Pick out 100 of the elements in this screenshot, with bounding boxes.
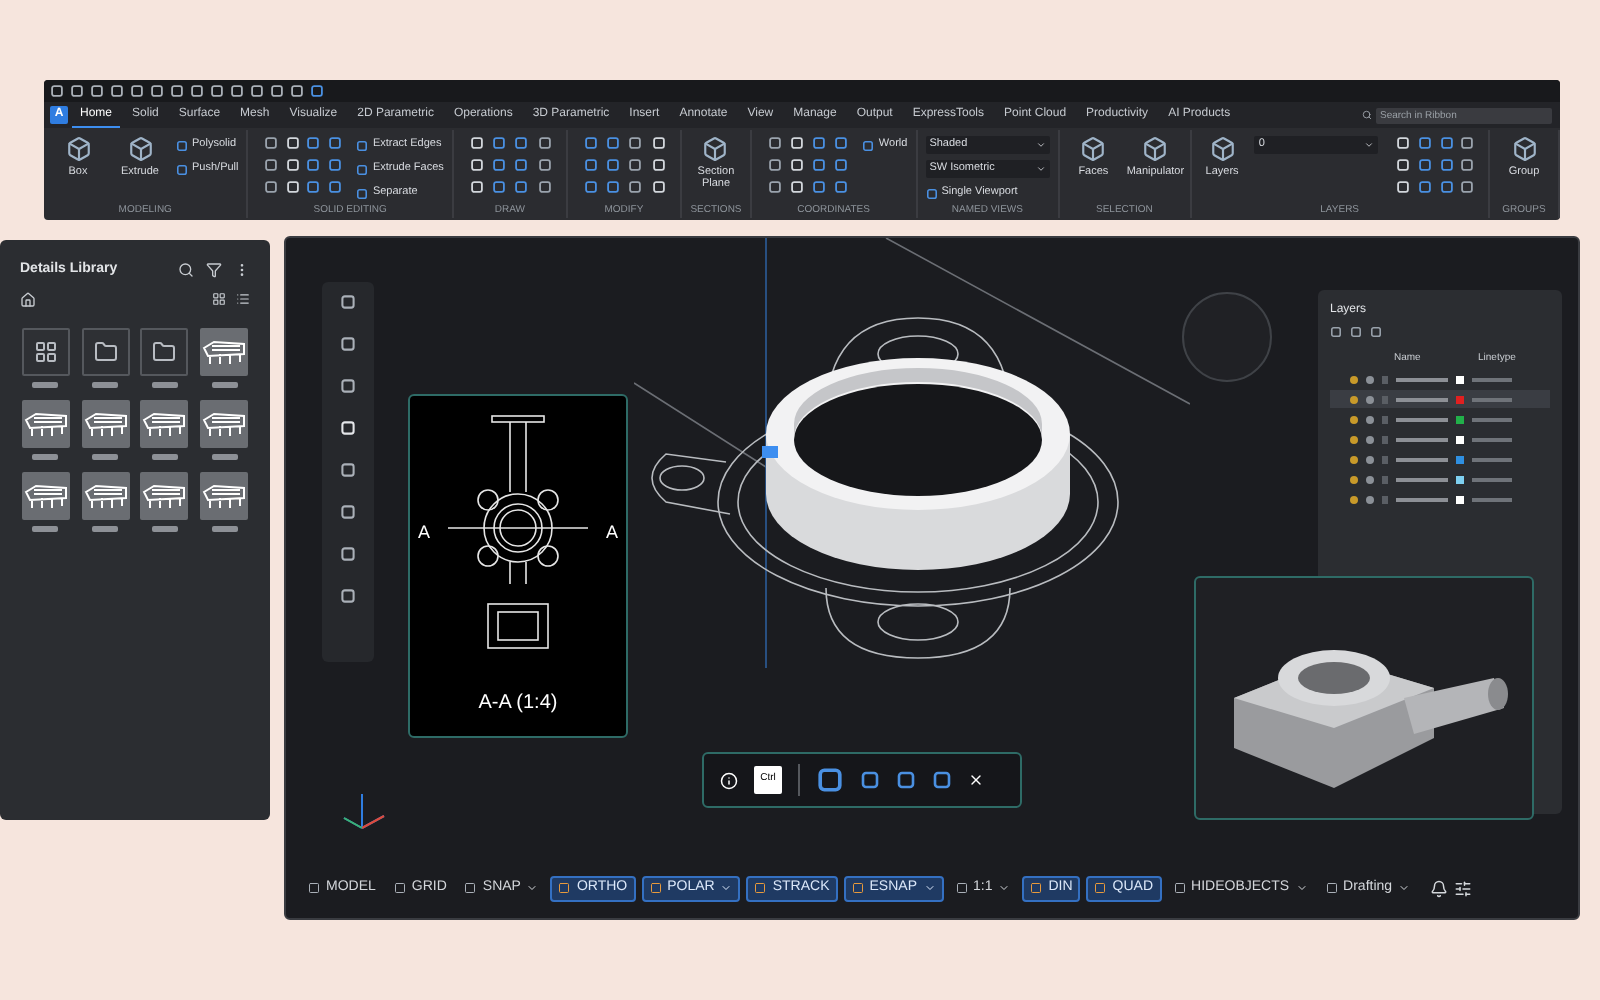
- library-tile[interactable]: [200, 471, 249, 519]
- caret-icon[interactable]: [923, 882, 935, 894]
- section-mark: A: [605, 520, 618, 546]
- search-icon[interactable]: [178, 262, 194, 279]
- caption-bar: [92, 453, 119, 459]
- folder-icon: [152, 339, 177, 363]
- library-tile[interactable]: [140, 399, 189, 447]
- mode-icon: [1325, 882, 1338, 894]
- mode-icon: [464, 882, 477, 894]
- caret-icon: [1364, 140, 1375, 150]
- library-tile[interactable]: [200, 327, 249, 375]
- linetype-bar: [1472, 477, 1512, 481]
- caption-bar: [151, 453, 178, 459]
- notification-icon[interactable]: [1430, 879, 1449, 897]
- search-icon: [1362, 110, 1372, 120]
- cube-icon: [127, 136, 153, 162]
- library-tile[interactable]: [21, 327, 70, 375]
- preview-card[interactable]: [1194, 576, 1534, 820]
- caption-bar: [92, 381, 119, 387]
- mode-icon: [955, 882, 967, 894]
- library-tile[interactable]: [81, 471, 130, 519]
- cube-icon: [1209, 136, 1236, 162]
- detail-drawing: [202, 481, 247, 509]
- detail-drawing: [142, 409, 187, 437]
- caption-bar: [32, 525, 59, 531]
- home-icon[interactable]: [20, 291, 36, 307]
- caret-icon[interactable]: [998, 882, 1011, 894]
- mode-icon: [1173, 882, 1186, 894]
- close-icon[interactable]: [968, 772, 984, 788]
- tool-icon[interactable]: [340, 546, 356, 562]
- view-tool-icon[interactable]: [816, 766, 844, 794]
- cube-icon: [65, 136, 91, 162]
- color-swatch[interactable]: [1456, 375, 1464, 383]
- mode-icon: [754, 882, 767, 894]
- axis-icon: [342, 790, 386, 830]
- caption-bar: [32, 381, 59, 387]
- cube-icon: [1080, 136, 1107, 162]
- color-swatch[interactable]: [1456, 495, 1464, 503]
- caret-icon[interactable]: [526, 882, 539, 894]
- section-mark: A: [418, 520, 431, 546]
- detail-drawing: [23, 409, 68, 437]
- caret-icon: [1035, 140, 1046, 150]
- detail-drawing: [83, 481, 128, 509]
- caret-icon: [1035, 164, 1046, 174]
- linetype-bar: [1472, 497, 1512, 501]
- caption-bar: [211, 453, 238, 459]
- linetype-bar: [1472, 417, 1512, 421]
- library-tile[interactable]: [81, 327, 130, 375]
- caption-bar: [92, 525, 119, 531]
- cube-icon: [1142, 136, 1169, 162]
- caption-bar: [211, 381, 238, 387]
- mode-icon: [851, 882, 864, 894]
- linetype-bar: [1472, 397, 1512, 401]
- library-tile[interactable]: [140, 471, 189, 519]
- list-view-icon[interactable]: [236, 292, 250, 306]
- color-swatch[interactable]: [1456, 395, 1464, 403]
- library-tile[interactable]: [21, 471, 70, 519]
- detail-drawing: [23, 481, 68, 509]
- linetype-bar: [1472, 377, 1512, 381]
- detail-drawing: [202, 409, 247, 437]
- caption-bar: [32, 453, 59, 459]
- grid-icon: [33, 339, 58, 363]
- mode-icon: [308, 882, 320, 894]
- section-view-card[interactable]: A A A-A (1:4): [408, 394, 628, 738]
- tool-icon[interactable]: [340, 294, 356, 310]
- tool-icon[interactable]: [340, 378, 356, 394]
- caret-icon[interactable]: [1398, 882, 1411, 894]
- tool-icon[interactable]: [340, 588, 356, 604]
- tool-icon[interactable]: [340, 504, 356, 520]
- color-swatch[interactable]: [1456, 455, 1464, 463]
- library-tile[interactable]: [140, 327, 189, 375]
- detail-drawing: [83, 409, 128, 437]
- cube-icon: [702, 136, 729, 162]
- library-tile[interactable]: [81, 399, 130, 447]
- mode-icon: [558, 882, 571, 894]
- caret-icon[interactable]: [720, 882, 733, 894]
- settings-icon[interactable]: [1454, 879, 1473, 897]
- library-tile[interactable]: [21, 399, 70, 447]
- caption-bar: [151, 525, 178, 531]
- tool-icon[interactable]: [340, 336, 356, 352]
- grid-view-icon[interactable]: [212, 292, 226, 306]
- caption-bar: [151, 381, 178, 387]
- tool-icon[interactable]: [340, 462, 356, 478]
- caret-icon[interactable]: [1295, 882, 1308, 894]
- detail-drawing: [142, 481, 187, 509]
- mode-icon: [1030, 882, 1043, 894]
- section-caption: A-A (1:4): [478, 690, 558, 718]
- linetype-bar: [1472, 437, 1512, 441]
- color-swatch[interactable]: [1456, 415, 1464, 423]
- caption-bar: [211, 525, 238, 531]
- mode-icon: [393, 882, 406, 894]
- mode-icon: [1094, 882, 1107, 894]
- filter-icon[interactable]: [206, 262, 222, 279]
- info-icon[interactable]: [720, 771, 738, 789]
- detail-drawing: [202, 337, 247, 365]
- color-swatch[interactable]: [1456, 435, 1464, 443]
- color-swatch[interactable]: [1456, 475, 1464, 483]
- layer-row[interactable]: [1330, 390, 1550, 408]
- library-tile[interactable]: [200, 399, 249, 447]
- linetype-bar: [1472, 457, 1512, 461]
